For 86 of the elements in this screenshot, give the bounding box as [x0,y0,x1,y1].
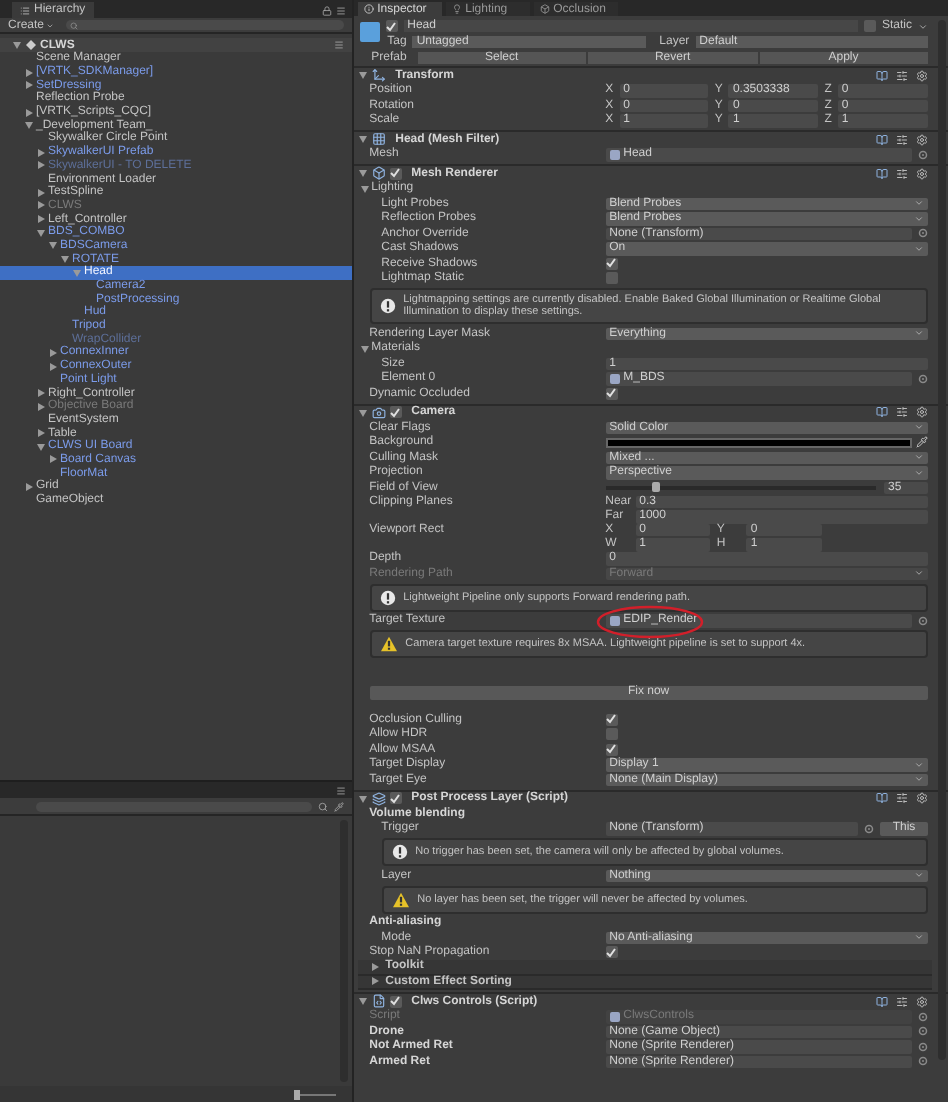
checkbox[interactable] [605,713,618,726]
help-icon[interactable] [876,792,888,805]
foldout-arrow-icon[interactable] [357,70,368,81]
help-icon[interactable] [876,133,888,146]
list-icon [20,5,30,15]
enable-checkbox[interactable] [389,792,402,805]
search-icon[interactable] [317,801,328,811]
foldout-arrow-icon[interactable] [357,793,368,804]
enable-checkbox[interactable] [389,995,402,1008]
preset-icon[interactable] [896,133,908,146]
checkbox[interactable] [605,728,618,741]
warning-icon [391,891,410,907]
checkmark-icon [390,793,401,804]
checkmark-icon [606,388,617,399]
zoom-slider-thumb[interactable] [293,1089,300,1099]
info-icon [379,298,396,314]
foldout-arrow-icon[interactable] [24,481,34,492]
search-field[interactable] [66,20,344,30]
checkmark-icon [390,996,401,1007]
checkmark-icon [386,21,397,31]
checkmark-icon [390,407,401,418]
info-icon [391,844,408,860]
checkbox[interactable] [605,257,618,270]
active-checkbox[interactable] [385,20,398,32]
preset-icon[interactable] [896,167,908,180]
help-icon[interactable] [876,167,888,180]
foldout-arrow-icon[interactable] [357,407,368,418]
asset-icon [609,149,620,160]
menu-icon[interactable] [335,785,346,795]
preset-icon[interactable] [896,995,908,1008]
enable-checkbox[interactable] [389,167,402,180]
search-icon [70,21,79,29]
component-icon [371,132,386,147]
static-checkbox[interactable] [863,20,876,32]
foldout-arrow-icon[interactable] [357,134,368,145]
asset-icon [609,1011,620,1022]
checkmark-icon [606,714,617,725]
color-swatch[interactable] [605,437,912,448]
eyedropper-icon[interactable] [916,436,928,449]
asset-icon [609,373,620,384]
settings-icon[interactable] [916,69,928,82]
object-picker-icon[interactable] [918,615,928,626]
preset-icon[interactable] [896,406,908,419]
help-icon[interactable] [876,995,888,1008]
settings-icon[interactable] [916,792,928,805]
tab-icon [451,4,462,14]
component-icon [371,791,386,806]
component-icon [371,166,386,181]
tab-icon [539,4,550,14]
warning-icon [379,636,398,652]
info-icon [379,589,396,605]
enable-checkbox[interactable] [389,406,402,419]
checkbox[interactable] [605,387,618,400]
help-icon[interactable] [876,69,888,82]
tab-icon [363,4,374,14]
lock-icon[interactable] [321,6,332,16]
checkbox[interactable] [605,946,618,959]
settings-icon[interactable] [916,133,928,146]
slider-thumb[interactable] [652,482,661,492]
checkmark-icon [390,168,401,179]
foldout-arrow-icon[interactable] [12,40,22,50]
component-icon [371,994,386,1009]
component-icon [371,405,386,420]
help-icon[interactable] [876,406,888,419]
foldout-arrow-icon[interactable] [359,343,370,354]
cube-icon [359,22,380,42]
object-picker-icon[interactable] [918,149,928,160]
asset-icon [609,615,620,626]
preset-icon[interactable] [896,69,908,82]
checkmark-icon [606,744,617,755]
search-field[interactable] [36,801,312,811]
menu-icon[interactable] [335,6,346,16]
checkbox[interactable] [605,743,618,756]
settings-icon[interactable] [916,167,928,180]
checkbox[interactable] [605,272,618,285]
scene-icon [26,40,36,50]
settings-icon[interactable] [916,995,928,1008]
object-picker-icon[interactable] [864,823,874,834]
checkmark-icon [606,947,617,958]
component-icon [371,68,386,83]
object-picker-icon[interactable] [918,228,928,239]
menu-icon[interactable] [333,40,344,50]
object-picker-icon[interactable] [918,373,928,384]
preset-icon[interactable] [896,792,908,805]
checkmark-icon [606,258,617,269]
settings-icon[interactable] [916,406,928,419]
